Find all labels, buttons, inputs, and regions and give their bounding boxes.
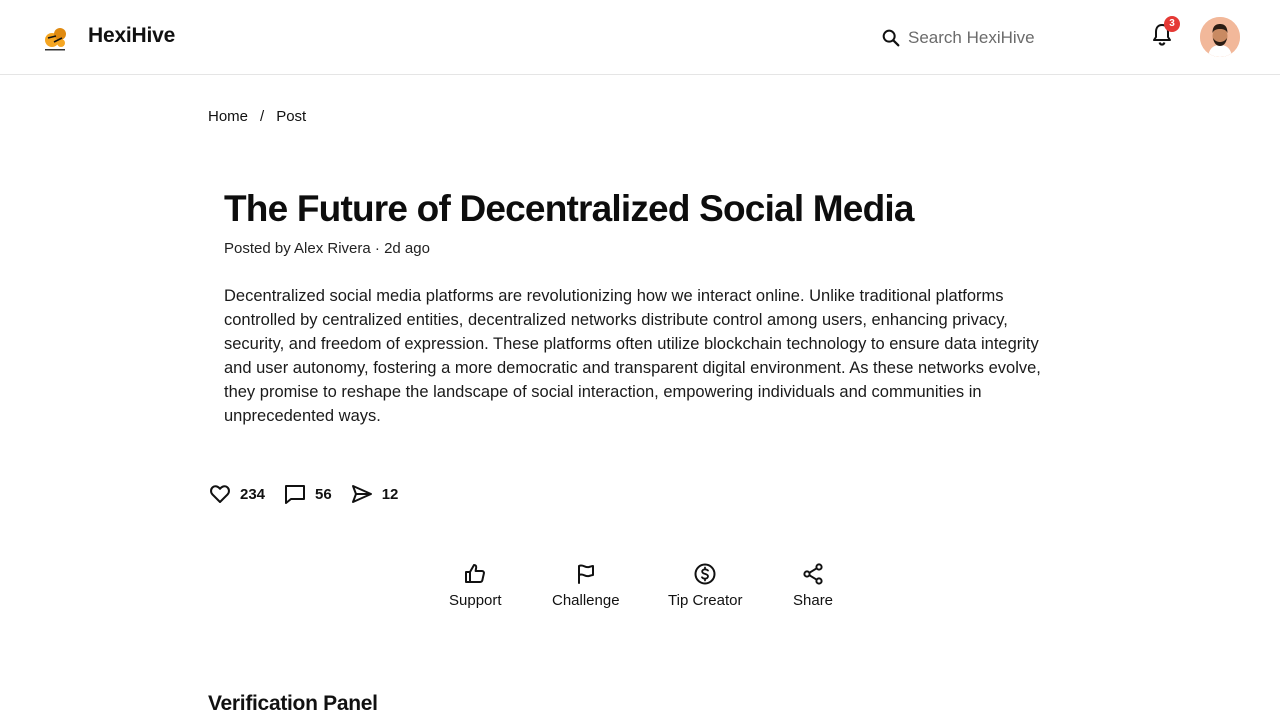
comment-icon xyxy=(285,485,306,504)
breadcrumb-current: Post xyxy=(276,108,307,125)
search-icon xyxy=(882,29,900,47)
dollar-coin-icon xyxy=(694,563,716,585)
comment-count: 56 xyxy=(315,485,332,503)
share-count: 12 xyxy=(381,485,399,503)
breadcrumb-home[interactable]: Home xyxy=(208,108,248,125)
user-avatar[interactable] xyxy=(1200,17,1240,57)
like-count: 234 xyxy=(240,485,266,503)
comment-stat[interactable]: 56 xyxy=(283,482,332,506)
post-body: Decentralized social media platforms are… xyxy=(224,287,1041,425)
avatar-portrait-icon xyxy=(1200,17,1240,57)
post-title: The Future of Decentralized Social Media xyxy=(224,188,914,229)
search-bar[interactable] xyxy=(880,25,1130,51)
top-header: HexiHive 3 xyxy=(0,0,1280,75)
post-stats: 234 56 12 xyxy=(208,482,416,506)
post-actions: Support Challenge Tip Creator Share xyxy=(430,562,850,622)
tip-creator-button[interactable]: Tip Creator xyxy=(668,562,742,609)
support-button[interactable]: Support xyxy=(449,562,502,609)
search-input[interactable] xyxy=(908,28,1108,48)
like-stat[interactable]: 234 xyxy=(208,482,265,506)
share-label: Share xyxy=(793,592,834,609)
challenge-label: Challenge xyxy=(552,592,620,609)
heart-icon xyxy=(210,485,230,503)
breadcrumb-separator: / xyxy=(260,108,265,125)
post-meta: Posted by Alex Rivera · 2d ago xyxy=(224,240,430,257)
send-icon xyxy=(351,485,372,503)
hexihive-logo-icon[interactable] xyxy=(42,24,70,52)
breadcrumb: Home / Post xyxy=(208,108,306,125)
thumbs-up-icon xyxy=(465,564,486,583)
verification-panel-title: Verification Panel xyxy=(208,692,378,715)
support-label: Support xyxy=(449,592,502,609)
notification-badge: 3 xyxy=(1164,16,1180,32)
brand-name[interactable]: HexiHive xyxy=(88,24,175,48)
share-stat[interactable]: 12 xyxy=(350,482,399,506)
share-icon xyxy=(803,563,823,585)
challenge-button[interactable]: Challenge xyxy=(552,562,620,609)
flag-icon xyxy=(577,564,594,584)
tip-creator-label: Tip Creator xyxy=(668,592,743,609)
share-button[interactable]: Share xyxy=(793,562,833,609)
